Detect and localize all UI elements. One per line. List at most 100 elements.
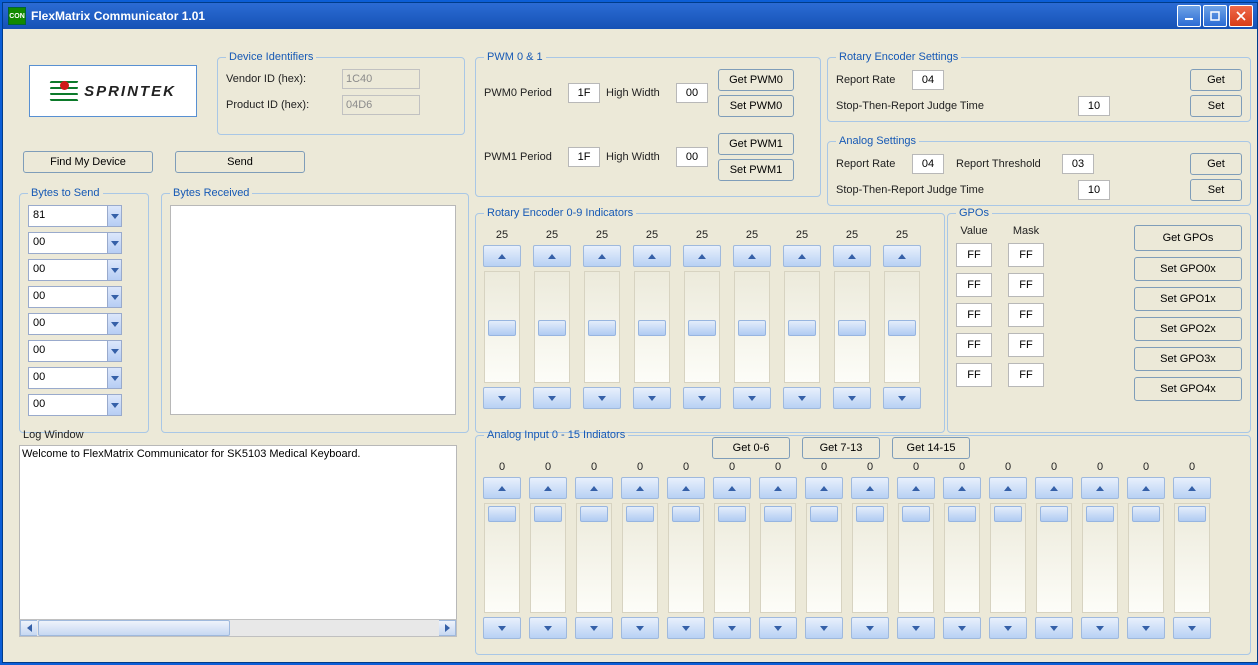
spin-up-button[interactable] [833, 245, 871, 267]
titlebar[interactable]: CON FlexMatrix Communicator 1.01 [3, 3, 1257, 29]
slider-track[interactable] [944, 503, 980, 613]
scroll-left-button[interactable] [20, 620, 37, 636]
byte-to-send-combo-1[interactable] [28, 232, 122, 254]
byte-to-send-input-6[interactable] [29, 368, 107, 386]
analog-threshold-field[interactable] [1062, 154, 1094, 174]
slider-thumb[interactable] [1040, 506, 1068, 522]
byte-to-send-input-1[interactable] [29, 233, 107, 251]
spin-up-button[interactable] [897, 477, 935, 499]
spin-down-button[interactable] [713, 617, 751, 639]
bytes-received-text[interactable] [170, 205, 456, 415]
pwm1-period-field[interactable] [568, 147, 600, 167]
slider-track[interactable] [622, 503, 658, 613]
find-my-device-button[interactable]: Find My Device [23, 151, 153, 173]
get-pwm1-button[interactable]: Get PWM1 [718, 133, 794, 155]
spin-up-button[interactable] [533, 245, 571, 267]
spin-up-button[interactable] [1081, 477, 1119, 499]
set-gpo3x-button[interactable]: Set GPO3x [1134, 347, 1242, 371]
spin-up-button[interactable] [989, 477, 1027, 499]
spin-up-button[interactable] [621, 477, 659, 499]
chevron-down-icon[interactable] [107, 260, 121, 280]
analog-set-button[interactable]: Set [1190, 179, 1242, 201]
slider-thumb[interactable] [672, 506, 700, 522]
gpo-mask-3[interactable] [1008, 333, 1044, 357]
slider-track[interactable] [634, 271, 670, 383]
spin-down-button[interactable] [483, 387, 521, 409]
slider-track[interactable] [530, 503, 566, 613]
slider-track[interactable] [534, 271, 570, 383]
slider-thumb[interactable] [688, 320, 716, 336]
slider-thumb[interactable] [738, 320, 766, 336]
spin-up-button[interactable] [483, 477, 521, 499]
byte-to-send-combo-4[interactable] [28, 313, 122, 335]
gpo-value-4[interactable] [956, 363, 992, 387]
chevron-down-icon[interactable] [107, 368, 121, 388]
spin-down-button[interactable] [483, 617, 521, 639]
slider-track[interactable] [990, 503, 1026, 613]
slider-thumb[interactable] [588, 320, 616, 336]
spin-down-button[interactable] [1173, 617, 1211, 639]
slider-track[interactable] [1082, 503, 1118, 613]
byte-to-send-input-5[interactable] [29, 341, 107, 359]
get-gpos-button[interactable]: Get GPOs [1134, 225, 1242, 251]
slider-track[interactable] [714, 503, 750, 613]
set-pwm0-button[interactable]: Set PWM0 [718, 95, 794, 117]
byte-to-send-input-7[interactable] [29, 395, 107, 413]
gpo-value-1[interactable] [956, 273, 992, 297]
spin-up-button[interactable] [1035, 477, 1073, 499]
slider-track[interactable] [576, 503, 612, 613]
set-pwm1-button[interactable]: Set PWM1 [718, 159, 794, 181]
slider-thumb[interactable] [838, 320, 866, 336]
byte-to-send-combo-2[interactable] [28, 259, 122, 281]
spin-down-button[interactable] [805, 617, 843, 639]
slider-track[interactable] [898, 503, 934, 613]
slider-thumb[interactable] [888, 320, 916, 336]
set-gpo4x-button[interactable]: Set GPO4x [1134, 377, 1242, 401]
byte-to-send-combo-5[interactable] [28, 340, 122, 362]
slider-thumb[interactable] [994, 506, 1022, 522]
gpo-mask-1[interactable] [1008, 273, 1044, 297]
slider-track[interactable] [784, 271, 820, 383]
slider-thumb[interactable] [1132, 506, 1160, 522]
gpo-value-3[interactable] [956, 333, 992, 357]
byte-to-send-combo-7[interactable] [28, 394, 122, 416]
spin-down-button[interactable] [851, 617, 889, 639]
spin-up-button[interactable] [483, 245, 521, 267]
spin-down-button[interactable] [583, 387, 621, 409]
spin-down-button[interactable] [683, 387, 721, 409]
spin-down-button[interactable] [897, 617, 935, 639]
slider-thumb[interactable] [626, 506, 654, 522]
spin-up-button[interactable] [943, 477, 981, 499]
spin-up-button[interactable] [575, 477, 613, 499]
chevron-down-icon[interactable] [107, 233, 121, 253]
slider-track[interactable] [760, 503, 796, 613]
spin-up-button[interactable] [759, 477, 797, 499]
slider-track[interactable] [584, 271, 620, 383]
slider-thumb[interactable] [948, 506, 976, 522]
slider-thumb[interactable] [488, 506, 516, 522]
analog-get-button[interactable]: Get [1190, 153, 1242, 175]
byte-to-send-input-4[interactable] [29, 314, 107, 332]
slider-thumb[interactable] [810, 506, 838, 522]
chevron-down-icon[interactable] [107, 206, 121, 226]
byte-to-send-combo-3[interactable] [28, 286, 122, 308]
slider-track[interactable] [806, 503, 842, 613]
pwm0-period-field[interactable] [568, 83, 600, 103]
log-scrollbar[interactable] [19, 619, 457, 637]
spin-down-button[interactable] [529, 617, 567, 639]
slider-track[interactable] [1174, 503, 1210, 613]
slider-track[interactable] [734, 271, 770, 383]
chevron-down-icon[interactable] [107, 314, 121, 334]
slider-thumb[interactable] [538, 320, 566, 336]
spin-down-button[interactable] [633, 387, 671, 409]
slider-track[interactable] [668, 503, 704, 613]
spin-up-button[interactable] [529, 477, 567, 499]
slider-track[interactable] [834, 271, 870, 383]
spin-up-button[interactable] [583, 245, 621, 267]
spin-down-button[interactable] [1127, 617, 1165, 639]
send-button[interactable]: Send [175, 151, 305, 173]
rotary-get-button[interactable]: Get [1190, 69, 1242, 91]
chevron-down-icon[interactable] [107, 287, 121, 307]
analog-stop-field[interactable] [1078, 180, 1110, 200]
spin-up-button[interactable] [667, 477, 705, 499]
